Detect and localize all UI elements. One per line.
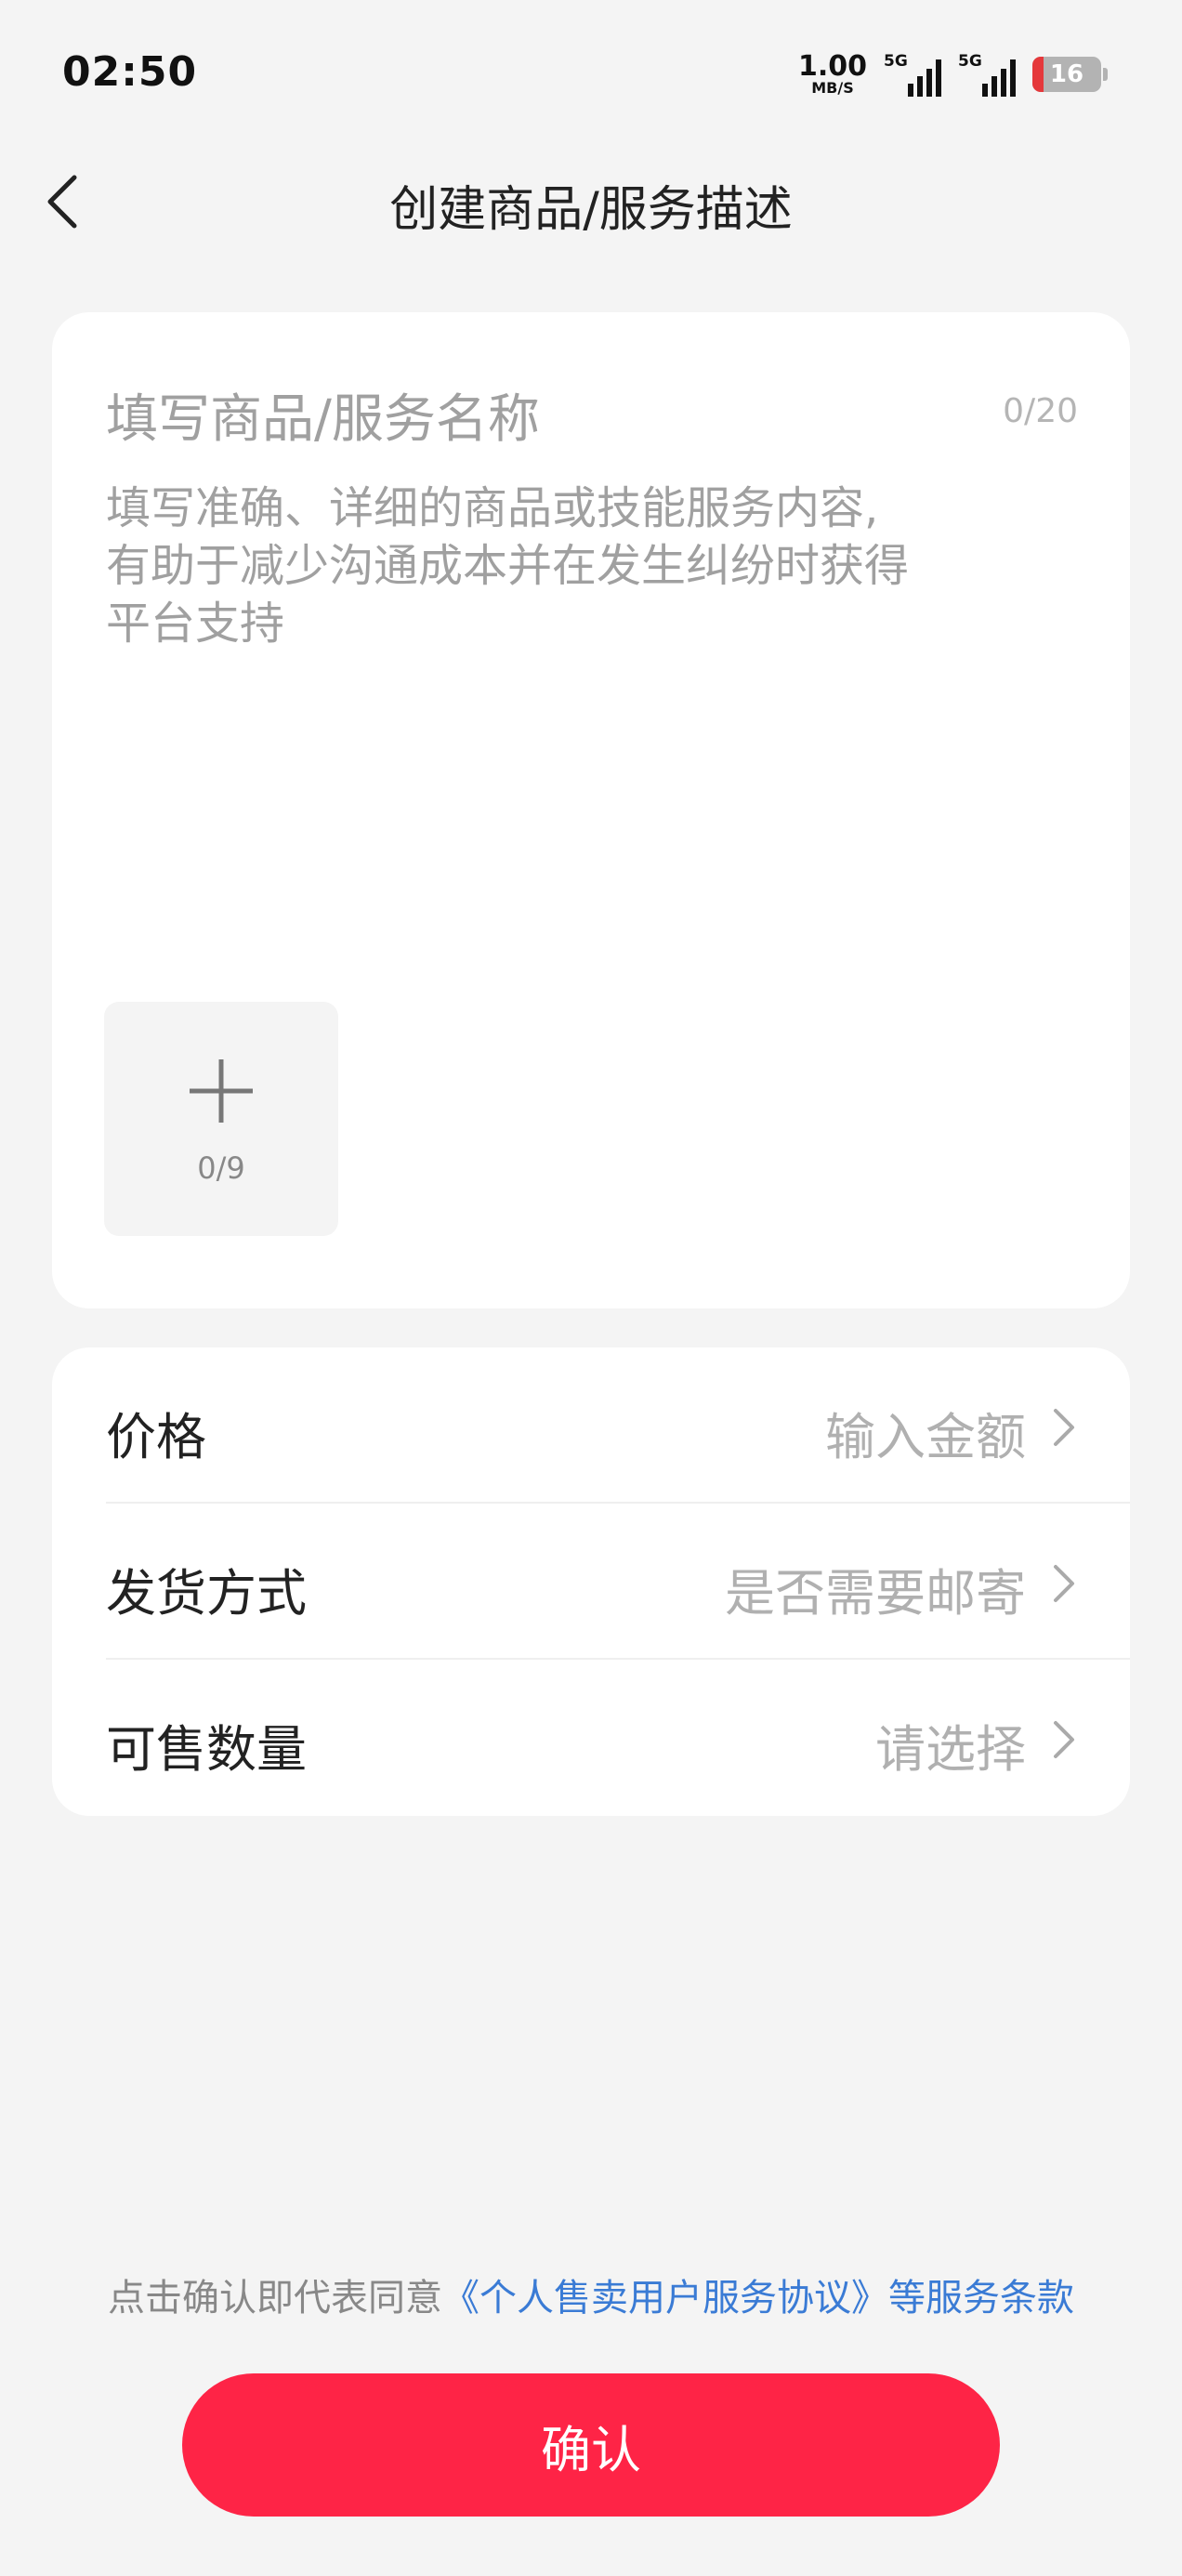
chevron-right-icon — [1054, 1721, 1074, 1758]
shipping-method-label: 发货方式 — [106, 1564, 307, 1623]
chevron-right-icon — [1054, 1565, 1074, 1602]
battery-level: 16 — [1049, 60, 1084, 88]
agreement-prefix: 点击确认即代表同意 — [108, 2277, 442, 2320]
agreement-link[interactable]: 《个人售卖用户服务协议》 — [442, 2277, 888, 2320]
nav-bar: 创建商品/服务描述 — [0, 153, 1182, 251]
description-card: 填写商品/服务名称 0/20 填写准确、详细的商品或技能服务内容, 有助于减少沟… — [52, 312, 1130, 1308]
price-label: 价格 — [106, 1408, 206, 1466]
quantity-row[interactable]: 可售数量 请选择 — [52, 1660, 1130, 1816]
chevron-right-icon — [1054, 1409, 1074, 1446]
status-indicators: 1.00 MB/S 5G 5G 16 — [798, 52, 1108, 97]
battery-icon: 16 — [1032, 57, 1101, 92]
signal-icon: 5G — [958, 52, 1016, 97]
shipping-method-row[interactable]: 发货方式 是否需要邮寄 — [52, 1504, 1130, 1660]
agreement-text: 点击确认即代表同意《个人售卖用户服务协议》等服务条款 — [0, 2267, 1182, 2321]
shipping-method-value: 是否需要邮寄 — [725, 1564, 1026, 1623]
image-counter: 0/9 — [197, 1150, 245, 1186]
plus-icon — [190, 1059, 253, 1123]
battery-cap — [1103, 68, 1108, 81]
signal-type-label: 5G — [958, 52, 982, 71]
product-name-input[interactable]: 填写商品/服务名称 — [106, 377, 540, 453]
confirm-button[interactable]: 确认 — [182, 2373, 1000, 2517]
name-char-counter: 0/20 — [1003, 392, 1078, 430]
price-row[interactable]: 价格 输入金额 — [52, 1347, 1130, 1504]
page-title: 创建商品/服务描述 — [389, 182, 793, 238]
signal-type-label: 5G — [884, 52, 908, 71]
quantity-label: 可售数量 — [106, 1720, 307, 1779]
network-speed: 1.00 MB/S — [798, 53, 867, 96]
status-time: 02:50 — [62, 48, 198, 96]
signal-icon: 5G — [884, 52, 941, 97]
product-description-input[interactable]: 填写准确、详细的商品或技能服务内容, 有助于减少沟通成本并在发生纠纷时获得 平台… — [106, 480, 1082, 652]
form-card: 价格 输入金额 发货方式 是否需要邮寄 可售数量 请选择 — [52, 1347, 1130, 1816]
price-value: 输入金额 — [825, 1408, 1026, 1466]
network-speed-value: 1.00 — [797, 50, 867, 83]
add-image-button[interactable]: 0/9 — [104, 1002, 338, 1236]
status-bar: 02:50 1.00 MB/S 5G 5G 16 — [0, 0, 1182, 153]
network-speed-unit: MB/S — [811, 79, 854, 97]
quantity-value: 请选择 — [875, 1720, 1026, 1779]
agreement-suffix[interactable]: 等服务条款 — [888, 2277, 1074, 2320]
